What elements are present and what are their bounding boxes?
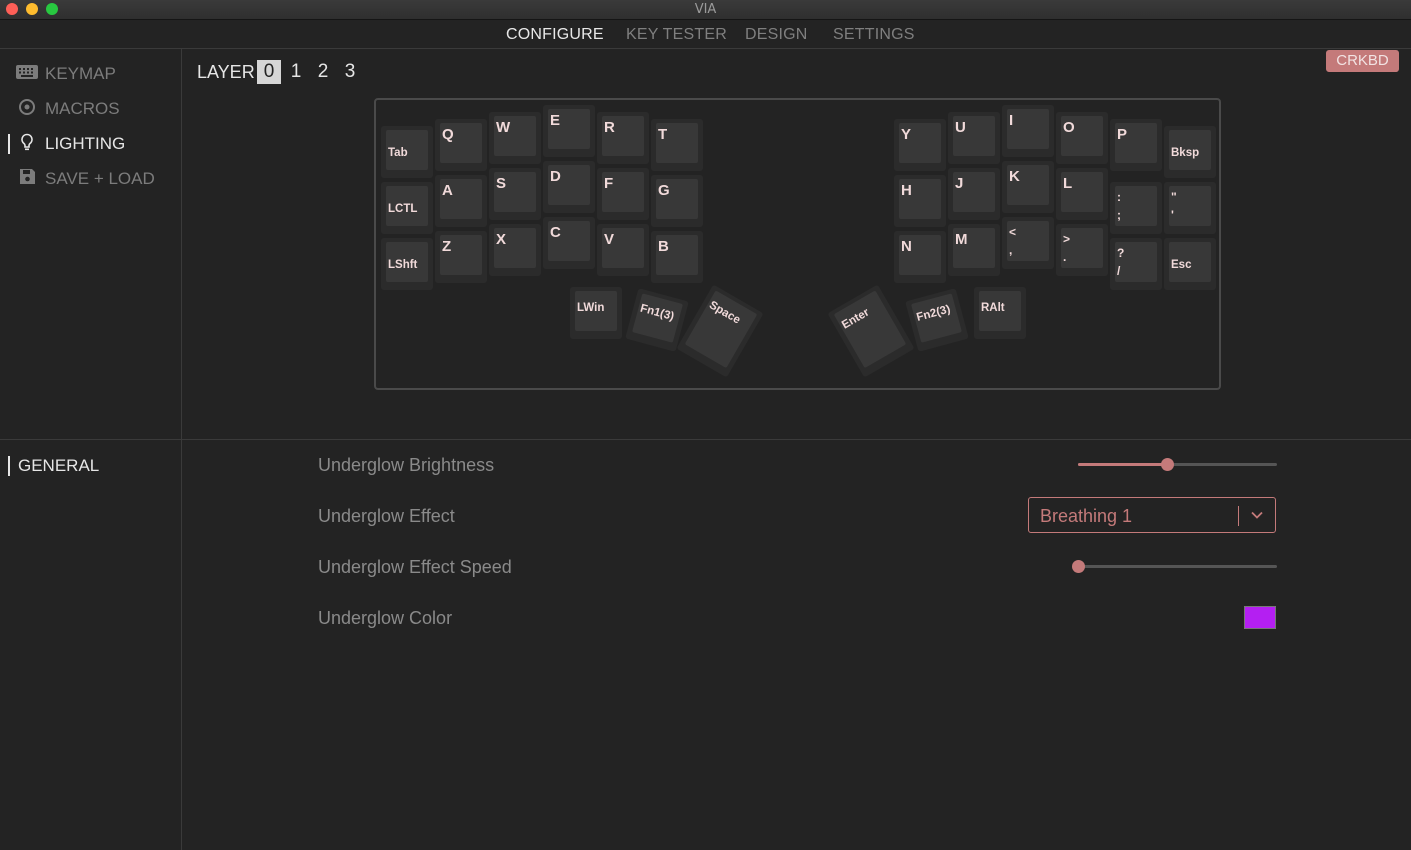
sidebar-item-label: GENERAL bbox=[18, 456, 100, 475]
device-badge: CRKBD bbox=[1326, 50, 1399, 72]
key[interactable]: " ' bbox=[1164, 182, 1216, 234]
key[interactable]: P bbox=[1110, 119, 1162, 171]
layer-3-button[interactable]: 3 bbox=[338, 60, 362, 84]
key[interactable]: Bksp bbox=[1164, 126, 1216, 178]
key[interactable]: Y bbox=[894, 119, 946, 171]
select-separator bbox=[1238, 506, 1239, 526]
window-title: VIA bbox=[694, 2, 717, 17]
key[interactable]: ? / bbox=[1110, 238, 1162, 290]
lighting-sidebar: GENERAL bbox=[0, 440, 182, 850]
key[interactable]: V bbox=[597, 224, 649, 276]
key[interactable]: Tab bbox=[381, 126, 433, 178]
key[interactable]: B bbox=[651, 231, 703, 283]
tab-configure[interactable]: CONFIGURE bbox=[506, 26, 604, 44]
key[interactable]: F bbox=[597, 168, 649, 220]
sidebar-item-label: LIGHTING bbox=[45, 134, 126, 153]
color-swatch[interactable] bbox=[1244, 606, 1276, 629]
brightness-label: Underglow Brightness bbox=[318, 455, 495, 475]
sidebar-item-label: MACROS bbox=[45, 99, 120, 118]
brightness-slider[interactable] bbox=[1078, 458, 1277, 471]
key[interactable]: X bbox=[489, 224, 541, 276]
layer-label: LAYER bbox=[197, 62, 255, 82]
chevron-down-icon[interactable] bbox=[1250, 508, 1264, 522]
effect-value: Breathing 1 bbox=[1040, 506, 1133, 526]
key[interactable]: LCTL bbox=[381, 182, 433, 234]
sidebar-item-save-load[interactable]: SAVE + LOAD bbox=[16, 167, 155, 191]
speed-slider[interactable] bbox=[1071, 560, 1277, 573]
slider-fill bbox=[1078, 463, 1168, 466]
key[interactable]: D bbox=[543, 161, 595, 213]
key[interactable]: > . bbox=[1056, 224, 1108, 276]
key[interactable]: C bbox=[543, 217, 595, 269]
key[interactable]: N bbox=[894, 231, 946, 283]
layer-0-button[interactable]: 0 bbox=[257, 60, 281, 84]
key[interactable]: I bbox=[1002, 105, 1054, 157]
key[interactable]: H bbox=[894, 175, 946, 227]
key[interactable]: Q bbox=[435, 119, 487, 171]
key[interactable]: Z bbox=[435, 231, 487, 283]
slider-thumb[interactable] bbox=[1161, 458, 1175, 471]
sidebar-item-general[interactable]: GENERAL bbox=[18, 454, 99, 478]
key[interactable]: LWin bbox=[570, 287, 622, 339]
keyboard-icon bbox=[16, 64, 38, 85]
key[interactable]: W bbox=[489, 112, 541, 164]
key[interactable]: A bbox=[435, 175, 487, 227]
top-menu: CONFIGURE KEY TESTER DESIGN SETTINGS bbox=[0, 20, 1411, 49]
key[interactable]: : ; bbox=[1110, 182, 1162, 234]
key[interactable]: Esc bbox=[1164, 238, 1216, 290]
key[interactable]: E bbox=[543, 105, 595, 157]
tab-settings[interactable]: SETTINGS bbox=[833, 26, 915, 44]
sidebar-item-label: KEYMAP bbox=[45, 64, 116, 83]
tab-key-tester[interactable]: KEY TESTER bbox=[626, 26, 727, 44]
title-bar: VIA bbox=[0, 0, 1411, 20]
tab-design[interactable]: DESIGN bbox=[745, 26, 808, 44]
sidebar-item-keymap[interactable]: KEYMAP bbox=[16, 62, 116, 86]
key[interactable]: T bbox=[651, 119, 703, 171]
key[interactable]: S bbox=[489, 168, 541, 220]
key[interactable]: L bbox=[1056, 168, 1108, 220]
effect-select[interactable]: Breathing 1 bbox=[1028, 497, 1276, 533]
effect-label: Underglow Effect bbox=[318, 506, 455, 526]
key[interactable]: R bbox=[597, 112, 649, 164]
sidebar-item-lighting[interactable]: LIGHTING bbox=[16, 132, 125, 156]
key[interactable]: Space bbox=[676, 284, 764, 378]
key[interactable]: K bbox=[1002, 161, 1054, 213]
sidebar: KEYMAP MACROS LIGHTING SAVE + LOAD bbox=[0, 49, 182, 439]
floppy-disk-icon bbox=[16, 168, 38, 190]
key[interactable]: RAlt bbox=[974, 287, 1026, 339]
active-indicator bbox=[8, 456, 10, 476]
keyboard-layout: Tab Q W E R T LCTL A S D F G LShft Z X C… bbox=[374, 98, 1221, 390]
section-divider bbox=[0, 439, 1411, 440]
lightbulb-icon bbox=[16, 133, 38, 156]
sidebar-item-macros[interactable]: MACROS bbox=[16, 97, 120, 121]
layer-2-button[interactable]: 2 bbox=[311, 60, 335, 84]
slider-thumb[interactable] bbox=[1071, 560, 1085, 573]
color-label: Underglow Color bbox=[318, 608, 453, 628]
key[interactable]: U bbox=[948, 112, 1000, 164]
circle-dot-icon bbox=[16, 98, 38, 121]
key[interactable]: M bbox=[948, 224, 1000, 276]
key[interactable]: Fn2(3) bbox=[905, 288, 969, 352]
speed-label: Underglow Effect Speed bbox=[318, 557, 512, 577]
key[interactable]: J bbox=[948, 168, 1000, 220]
key[interactable]: O bbox=[1056, 112, 1108, 164]
layer-1-button[interactable]: 1 bbox=[284, 60, 308, 84]
key[interactable]: < , bbox=[1002, 217, 1054, 269]
key[interactable]: LShft bbox=[381, 238, 433, 290]
key[interactable]: G bbox=[651, 175, 703, 227]
sidebar-item-label: SAVE + LOAD bbox=[45, 169, 155, 188]
key[interactable]: Enter bbox=[827, 284, 915, 378]
active-indicator bbox=[8, 134, 10, 154]
